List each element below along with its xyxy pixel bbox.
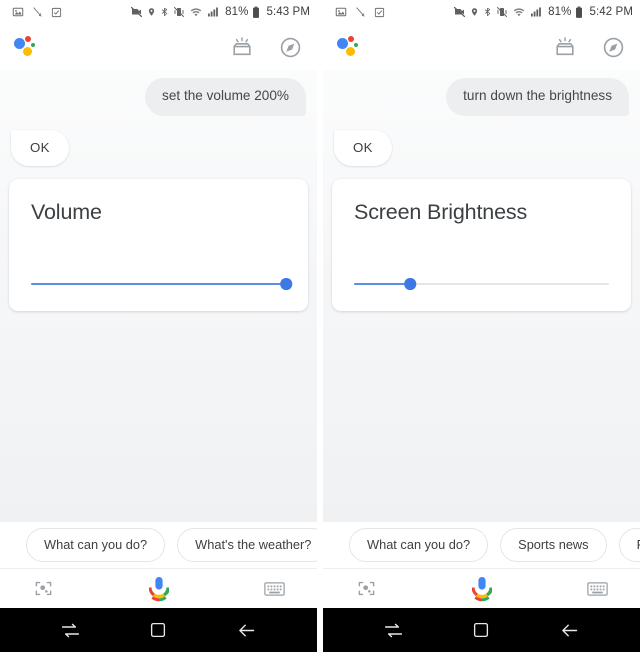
conversation-area: turn down the brightness OK Screen Brigh… [323,70,640,522]
suggestion-chips-bar: What can you do? What's the weather? [0,522,317,568]
phone-screen-right: 81% 5:42 PM turn down the brightness OK … [323,0,640,652]
card-container: Screen Brightness [323,178,640,311]
wifi-icon [190,8,202,17]
wifi-icon [513,8,525,17]
assistant-message-row: OK [0,129,317,166]
snapshot-icon[interactable] [552,34,578,60]
dual-screenshot-container: 81% 5:43 PM set the volume 200% OK Volum… [0,0,640,652]
status-bar: 81% 5:42 PM [323,0,640,24]
vibrate-icon [497,7,508,17]
no-sim-icon [356,7,365,17]
status-bar-left-icons [12,6,62,18]
back-icon[interactable] [230,613,264,647]
input-toolbar [323,568,640,608]
navigation-bar [0,608,317,652]
user-message-bubble: turn down the brightness [446,78,629,116]
image-icon [335,7,347,17]
mute-camera-icon [131,6,143,18]
suggestion-chip[interactable]: What can you do? [349,528,489,562]
google-assistant-logo [14,36,40,58]
bluetooth-icon [485,7,491,17]
volume-slider[interactable] [31,276,292,292]
clock-label: 5:42 PM [589,6,633,18]
user-message-bubble: set the volume 200% [145,78,306,116]
keyboard-icon[interactable] [259,574,289,604]
microphone-icon[interactable] [467,574,497,604]
vibrate-icon [174,7,185,17]
explore-compass-icon[interactable] [277,34,303,60]
status-bar-right-icons: 81% 5:42 PM [453,6,633,19]
keyboard-icon[interactable] [582,574,612,604]
battery-icon [253,6,260,18]
card-container: Volume [0,178,317,311]
conversation-area: set the volume 200% OK Volume [0,70,317,522]
home-icon[interactable] [141,613,175,647]
checkbox-icon [374,7,385,17]
status-bar-right-icons: 81% 5:43 PM [130,6,310,19]
status-bar-left-icons [335,6,385,18]
google-lens-icon[interactable] [351,574,381,604]
assistant-header [323,24,640,70]
suggestion-chip[interactable]: Play so [618,528,640,562]
slider-thumb[interactable] [404,278,416,290]
location-icon [472,8,478,16]
snapshot-icon[interactable] [229,34,255,60]
input-toolbar [0,568,317,608]
signal-icon [208,7,219,17]
explore-compass-icon[interactable] [600,34,626,60]
navigation-bar [323,608,640,652]
battery-percent-label: 81% [548,6,572,18]
bluetooth-icon [162,7,168,17]
card-title: Volume [31,199,102,224]
battery-icon [576,6,583,18]
image-icon [12,7,24,17]
header-actions [552,34,626,60]
battery-percent-label: 81% [225,6,249,18]
volume-card: Volume [9,178,308,311]
suggestion-chip[interactable]: Sports news [500,528,607,562]
assistant-message-bubble: OK [334,129,392,166]
back-icon[interactable] [553,613,587,647]
microphone-icon[interactable] [144,574,174,604]
clock-label: 5:43 PM [266,6,310,18]
user-message-row: set the volume 200% [0,78,317,116]
checkbox-icon [51,7,62,17]
suggestion-chips-bar: What can you do? Sports news Play so [323,522,640,568]
slider-fill [31,282,286,286]
assistant-message-bubble: OK [11,129,69,166]
assistant-message-row: OK [323,129,640,166]
location-icon [149,8,155,16]
brightness-card: Screen Brightness [332,178,631,311]
google-lens-icon[interactable] [28,574,58,604]
brightness-slider[interactable] [354,276,609,292]
mute-camera-icon [454,6,466,18]
phone-screen-left: 81% 5:43 PM set the volume 200% OK Volum… [0,0,317,652]
home-icon[interactable] [464,613,498,647]
card-title: Screen Brightness [354,199,528,224]
signal-icon [531,7,542,17]
recents-icon[interactable] [53,613,87,647]
slider-thumb[interactable] [280,278,292,290]
slider-fill [354,282,411,286]
header-actions [229,34,303,60]
recents-icon[interactable] [376,613,410,647]
suggestion-chip[interactable]: What can you do? [26,528,166,562]
google-assistant-logo [337,36,363,58]
status-bar: 81% 5:43 PM [0,0,317,24]
user-message-row: turn down the brightness [323,78,640,116]
no-sim-icon [33,7,42,17]
assistant-header [0,24,317,70]
suggestion-chip[interactable]: What's the weather? [177,528,317,562]
